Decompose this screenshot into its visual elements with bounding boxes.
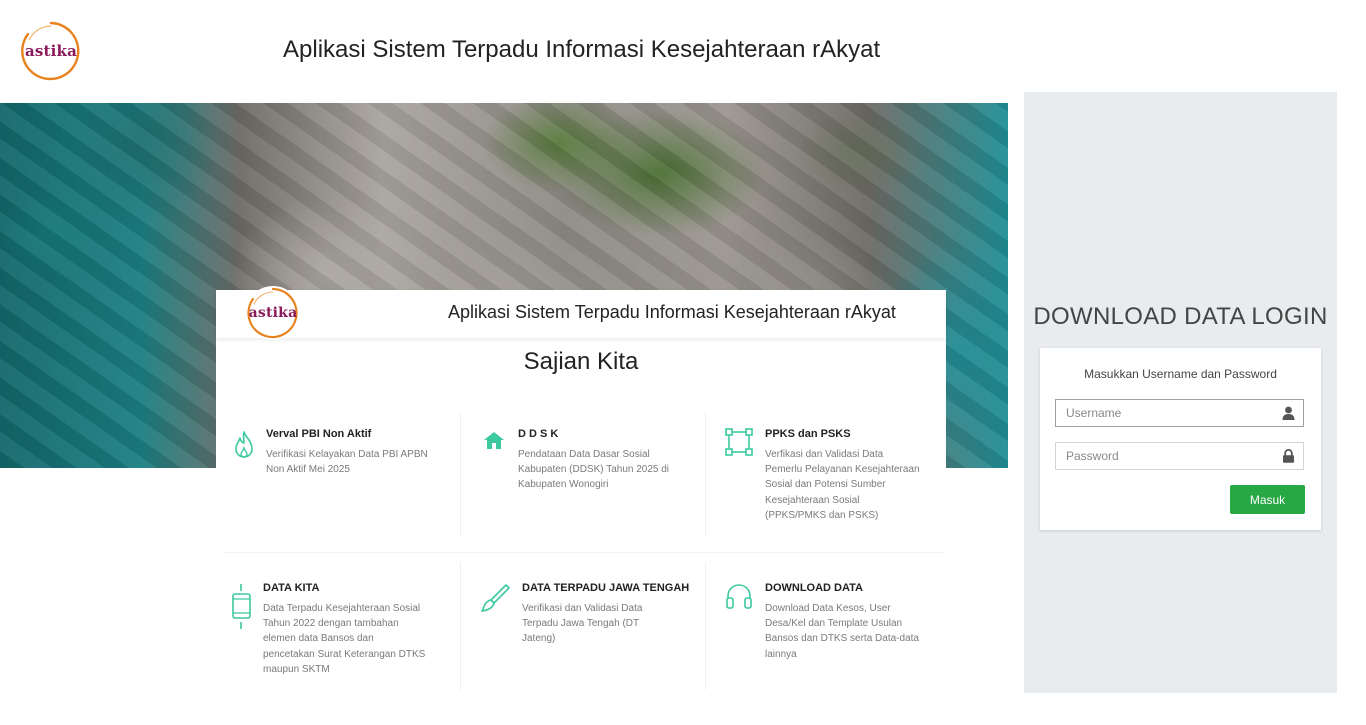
card-title: DOWNLOAD DATA <box>765 582 863 594</box>
card-description-line: Verfikasi dan Validasi Data <box>765 449 884 460</box>
card-title: DATA TERPADU JAWA TENGAH <box>522 582 690 594</box>
panel-logo: astika <box>246 286 300 340</box>
card-description-line: pencetakan Surat Keterangan DTKS <box>263 648 426 660</box>
card-description-line: Data Terpadu Kesejahteraan Sosial <box>263 603 421 614</box>
service-card-ppks-psks[interactable]: PPKS dan PSKS Verfikasi dan Validasi Dat… <box>725 428 945 528</box>
panel-title: Aplikasi Sistem Terpadu Informasi Keseja… <box>448 302 896 322</box>
login-message: Masukkan Username dan Password <box>1084 367 1277 381</box>
divider <box>224 552 944 553</box>
card-description-line: Download Data Kesos, User <box>765 603 891 614</box>
password-field-wrapper <box>1055 442 1304 470</box>
card-description-line: Bansos dan DTKS serta Data-data <box>765 633 919 645</box>
divider <box>460 412 461 537</box>
card-description: Verfikasi dan Validasi Data Pemerlu Pela… <box>765 447 950 523</box>
username-input[interactable] <box>1056 400 1281 426</box>
card-description-line: Pendataan Data Dasar Sosial <box>518 449 650 460</box>
card-title: D D S K <box>518 428 559 440</box>
card-title: Verval PBI Non Aktif <box>266 428 372 440</box>
login-submit-button[interactable]: Masuk <box>1230 485 1305 514</box>
home-icon <box>484 432 504 449</box>
card-description-line: (PPKS/PMKS dan PSKS) <box>765 509 879 521</box>
headphones-icon <box>726 584 752 609</box>
lock-icon <box>1283 449 1294 463</box>
service-card-download-data[interactable]: DOWNLOAD DATA Download Data Kesos, User … <box>725 582 945 682</box>
password-input[interactable] <box>1056 443 1281 469</box>
card-description: Verifikasi dan Validasi Data Terpadu Jaw… <box>522 601 702 647</box>
service-card-dt-jateng[interactable]: DATA TERPADU JAWA TENGAH Verifikasi dan … <box>480 582 702 682</box>
card-description-line: Jateng) <box>522 633 556 645</box>
page-title: Aplikasi Sistem Terpadu Informasi Keseja… <box>283 36 881 63</box>
card-description-line: Verifikasi dan Validasi Data <box>522 603 643 614</box>
fire-icon <box>235 431 253 458</box>
card-description-line: Kabupaten Wonogiri <box>518 479 609 491</box>
service-card-data-kita[interactable]: DATA KITA Data Terpadu Kesejahteraan Sos… <box>230 582 455 682</box>
card-description: Download Data Kesos, User Desa/Kel dan T… <box>765 601 950 662</box>
login-form: Masukkan Username dan Password Masuk <box>1040 348 1321 530</box>
card-description-line: Kesejahteraan Sosial <box>765 494 860 506</box>
vector-square-icon <box>725 428 753 456</box>
card-description-line: Pemerlu Pelayanan Kesejahteraan <box>765 464 920 476</box>
card-description-line: Non Aktif Mei 2025 <box>266 464 350 476</box>
card-title: DATA KITA <box>263 582 320 594</box>
card-description-line: maupun SKTM <box>263 663 330 675</box>
card-description-line: Desa/Kel dan Template Usulan <box>765 618 903 630</box>
card-description-line: Sosial dan Potensi Sumber <box>765 479 886 491</box>
card-description-line: elemen data Bansos dan <box>263 633 374 645</box>
card-description: Pendataan Data Dasar Sosial Kabupaten (D… <box>518 447 708 493</box>
header-logo[interactable]: astika <box>20 20 82 82</box>
card-description-line: lainnya <box>765 648 797 660</box>
brush-icon <box>481 584 510 612</box>
section-heading: Sajian Kita <box>523 348 639 375</box>
service-card-ddsk[interactable]: D D S K Pendataan Data Dasar Sosial Kabu… <box>482 428 702 528</box>
tablet-icon <box>232 584 251 629</box>
service-card-verval-pbi[interactable]: Verval PBI Non Aktif Verifikasi Kelayaka… <box>232 428 452 528</box>
divider <box>460 562 461 690</box>
panel-header: astika Aplikasi Sistem Terpadu Informasi… <box>216 286 946 340</box>
card-description-line: Terpadu Jawa Tengah (DT <box>522 618 640 630</box>
services-panel: astika Aplikasi Sistem Terpadu Informasi… <box>216 286 946 725</box>
card-description-line: Kabupaten (DDSK) Tahun 2025 di <box>518 464 670 476</box>
logo-wordmark: astika <box>248 305 298 321</box>
card-description: Data Terpadu Kesejahteraan Sosial Tahun … <box>263 601 455 677</box>
card-title: PPKS dan PSKS <box>765 428 851 440</box>
login-title: DOWNLOAD DATA LOGIN <box>1033 303 1328 330</box>
card-description-line: Verifikasi Kelayakan Data PBI APBN <box>266 449 428 460</box>
logo-wordmark: astika <box>24 42 78 60</box>
user-icon <box>1282 406 1295 420</box>
username-field-wrapper <box>1055 399 1304 427</box>
divider <box>705 562 706 690</box>
card-description-line: Tahun 2022 dengan tambahan <box>263 618 399 630</box>
card-description: Verifikasi Kelayakan Data PBI APBN Non A… <box>266 447 456 477</box>
